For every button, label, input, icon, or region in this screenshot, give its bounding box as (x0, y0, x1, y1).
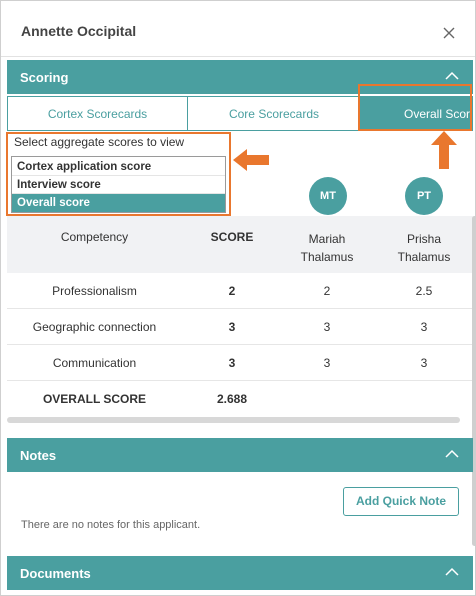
overall-score-tab-highlight (358, 84, 472, 131)
reviewer-mt-last-name: Thalamus (300, 250, 354, 264)
aggregate-scores-label: Select aggregate scores to view (14, 135, 185, 149)
row-competency: Professionalism (52, 284, 137, 298)
reviewer-pt-last-name: Thalamus (397, 250, 451, 264)
notes-section-label: Notes (20, 448, 57, 463)
option-overall-score[interactable]: Overall score (12, 194, 225, 212)
col-competency: Competency (60, 230, 129, 244)
score-table-header: Competency SCORE Mariah Thalamus Prisha … (7, 216, 473, 273)
row-reviewer-pt-score: 3 (420, 356, 428, 370)
table-row: Geographic connection 3 3 3 (7, 309, 473, 345)
row-reviewer-mt-score: 3 (323, 356, 331, 370)
col-reviewer-mt: Mariah Thalamus (287, 230, 367, 266)
tab-cortex-scorecards[interactable]: Cortex Scorecards (7, 96, 188, 131)
applicant-panel: Annette Occipital Scoring Cortex Scoreca… (0, 0, 476, 596)
tab-core-scorecards[interactable]: Core Scorecards (187, 96, 361, 131)
avatar-pt: PT (405, 177, 443, 215)
horizontal-scrollbar[interactable] (7, 417, 460, 423)
reviewer-mt-first-name: Mariah (308, 232, 346, 246)
add-quick-note-button[interactable]: Add Quick Note (343, 487, 459, 516)
overall-score-label: OVERALL SCORE (42, 392, 147, 406)
chevron-up-icon[interactable] (445, 567, 459, 577)
row-reviewer-pt-score: 2.5 (415, 284, 433, 298)
documents-section-header[interactable]: Documents (7, 556, 473, 590)
option-interview-score[interactable]: Interview score (12, 176, 225, 194)
scoring-section-label: Scoring (20, 70, 69, 85)
row-score: 2 (228, 284, 236, 298)
no-notes-text: There are no notes for this applicant. (21, 519, 201, 531)
row-reviewer-mt-score: 2 (323, 284, 331, 298)
avatar-mt: MT (309, 177, 347, 215)
arrow-up-icon (431, 131, 457, 169)
documents-section-label: Documents (20, 566, 91, 581)
row-competency: Communication (52, 356, 137, 370)
overall-score-row: OVERALL SCORE 2.688 (7, 381, 473, 417)
row-score: 3 (228, 320, 236, 334)
arrow-left-icon (233, 149, 269, 171)
close-icon[interactable] (441, 25, 457, 41)
col-score: SCORE (210, 230, 254, 244)
reviewer-pt-first-name: Prisha (406, 232, 441, 246)
option-cortex-application-score[interactable]: Cortex application score (12, 158, 225, 176)
row-reviewer-pt-score: 3 (420, 320, 428, 334)
chevron-up-icon[interactable] (445, 71, 459, 81)
table-row: Communication 3 3 3 (7, 345, 473, 381)
row-competency: Geographic connection (32, 320, 157, 334)
applicant-name: Annette Occipital (21, 23, 137, 39)
aggregate-score-select[interactable]: Cortex application score Interview score… (11, 156, 226, 213)
panel-header: Annette Occipital (1, 1, 475, 57)
notes-section-header[interactable]: Notes (7, 438, 473, 472)
overall-score-value: 2.688 (216, 392, 248, 406)
col-reviewer-pt: Prisha Thalamus (384, 230, 464, 266)
table-row: Professionalism 2 2 2.5 (7, 273, 473, 309)
row-reviewer-mt-score: 3 (323, 320, 331, 334)
chevron-up-icon[interactable] (445, 449, 459, 459)
row-score: 3 (228, 356, 236, 370)
